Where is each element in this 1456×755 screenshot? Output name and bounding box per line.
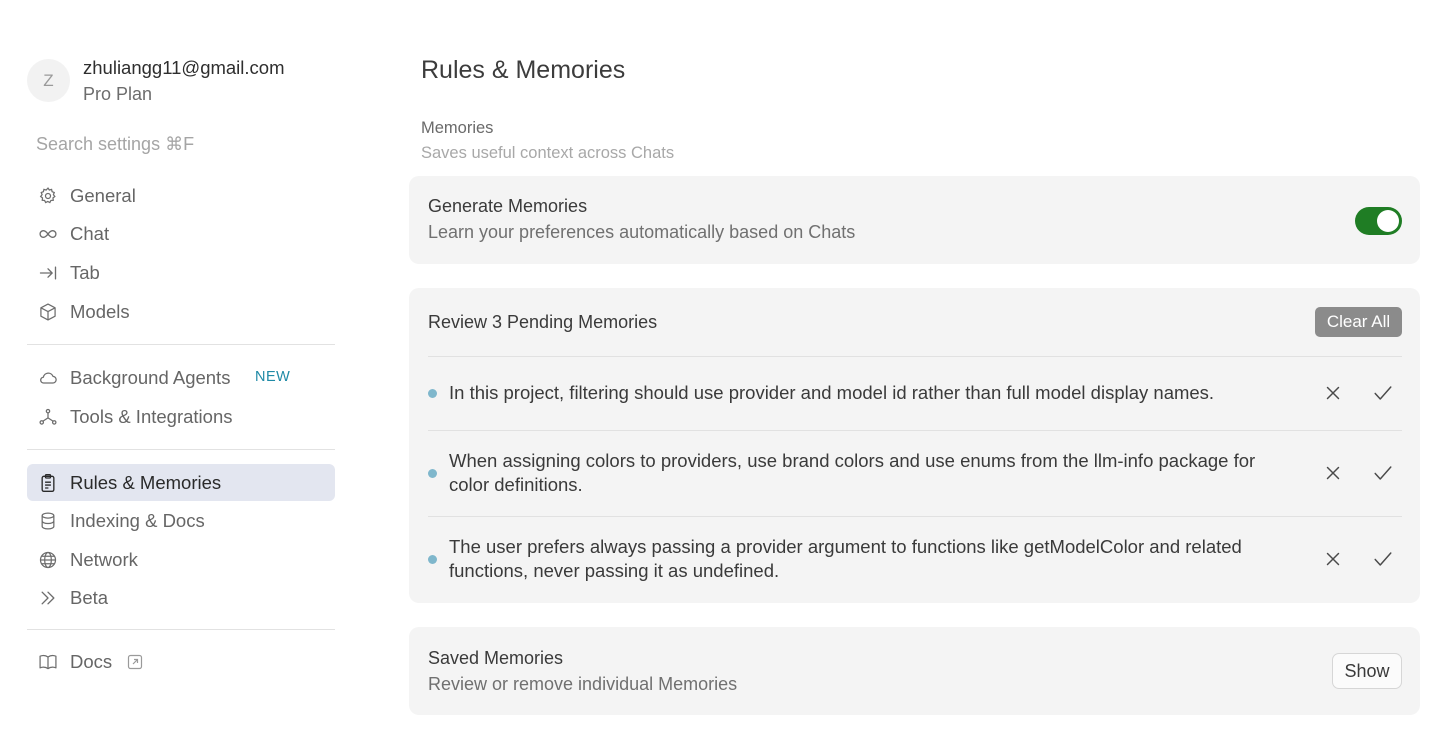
- clipboard-icon: [38, 473, 58, 493]
- sidebar-item-label: Rules & Memories: [70, 472, 222, 493]
- memory-text: In this project, filtering should use pr…: [449, 382, 1215, 403]
- pending-memories-card: Review 3 Pending Memories Clear All In t…: [409, 288, 1420, 603]
- accept-memory-button[interactable]: [1371, 547, 1395, 571]
- gear-icon: [38, 186, 58, 206]
- network-nodes-icon: [38, 407, 58, 427]
- sidebar-item-indexing-docs[interactable]: Indexing & Docs: [27, 502, 335, 539]
- generate-memories-subtitle: Learn your preferences automatically bas…: [428, 222, 856, 242]
- settings-sidebar: Z zhuliangg11@gmail.com Pro Plan Search …: [27, 0, 335, 755]
- account-info: Z zhuliangg11@gmail.com Pro Plan: [27, 57, 335, 107]
- sidebar-item-network[interactable]: Network: [27, 541, 335, 578]
- close-icon: [1326, 466, 1340, 480]
- reject-memory-button[interactable]: [1321, 381, 1345, 405]
- sidebar-item-tools-integrations[interactable]: Tools & Integrations: [27, 398, 335, 435]
- saved-memories-subtitle: Review or remove individual Memories: [428, 674, 738, 694]
- check-icon: [1374, 386, 1392, 400]
- generate-memories-card: Generate Memories Learn your preferences…: [409, 176, 1420, 264]
- memory-bullet: [428, 469, 437, 478]
- sidebar-item-label: Beta: [70, 587, 109, 608]
- double-chevron-right-icon: [38, 588, 58, 608]
- avatar: Z: [27, 59, 70, 102]
- memory-bullet: [428, 389, 437, 398]
- sidebar-item-label: Tools & Integrations: [70, 406, 233, 427]
- sidebar-item-general[interactable]: General: [27, 177, 335, 214]
- sidebar-item-models[interactable]: Models: [27, 293, 335, 330]
- reject-memory-button[interactable]: [1321, 547, 1345, 571]
- sidebar-item-label: Docs: [70, 651, 113, 672]
- sidebar-item-rules-memories[interactable]: Rules & Memories: [27, 464, 335, 501]
- reject-memory-button[interactable]: [1321, 461, 1345, 485]
- pending-memory-item: When assigning colors to providers, use …: [428, 431, 1402, 516]
- memory-text: When assigning colors to providers, use …: [449, 450, 1256, 495]
- sidebar-item-label: Background Agents: [70, 367, 231, 388]
- pending-memories-title: Review 3 Pending Memories: [428, 312, 658, 332]
- sidebar-item-label: Models: [70, 301, 130, 322]
- sidebar-item-beta[interactable]: Beta: [27, 579, 335, 616]
- sidebar-item-label: Tab: [70, 262, 100, 283]
- pending-memory-item: In this project, filtering should use pr…: [428, 357, 1402, 430]
- sidebar-item-label: Network: [70, 549, 138, 570]
- memory-text: The user prefers always passing a provid…: [449, 536, 1242, 581]
- sidebar-item-label: Indexing & Docs: [70, 510, 205, 531]
- sidebar-item-label: Chat: [70, 223, 110, 244]
- sidebar-item-label: General: [70, 185, 136, 206]
- page-title: Rules & Memories: [421, 56, 626, 84]
- search-settings-input[interactable]: Search settings ⌘F: [36, 134, 194, 155]
- memories-section-description: Saves useful context across Chats: [421, 144, 675, 162]
- accept-memory-button[interactable]: [1371, 461, 1395, 485]
- new-badge: NEW: [255, 369, 291, 385]
- arrow-to-line-icon: [38, 263, 58, 283]
- sidebar-item-docs[interactable]: Docs: [27, 643, 335, 680]
- close-icon: [1326, 386, 1340, 400]
- saved-memories-card: Saved Memories Review or remove individu…: [409, 627, 1420, 715]
- check-icon: [1374, 552, 1392, 566]
- sidebar-divider: [27, 449, 335, 450]
- sidebar-item-chat[interactable]: Chat: [27, 215, 335, 252]
- external-link-icon: [127, 654, 143, 670]
- toggle-knob: [1377, 210, 1399, 232]
- show-saved-memories-button[interactable]: Show: [1332, 653, 1402, 689]
- close-icon: [1326, 552, 1340, 566]
- saved-memories-title: Saved Memories: [428, 648, 564, 668]
- pending-memory-item: The user prefers always passing a provid…: [428, 517, 1402, 603]
- memories-section-label: Memories: [421, 119, 494, 137]
- clear-all-button[interactable]: Clear All: [1315, 307, 1402, 337]
- memory-bullet: [428, 555, 437, 564]
- account-plan: Pro Plan: [83, 84, 153, 104]
- database-icon: [38, 511, 58, 531]
- check-icon: [1374, 466, 1392, 480]
- sidebar-item-background-agents[interactable]: Background Agents NEW: [27, 359, 335, 396]
- generate-memories-toggle[interactable]: [1355, 207, 1402, 235]
- account-email: zhuliangg11@gmail.com: [83, 57, 285, 78]
- sidebar-divider: [27, 344, 335, 345]
- accept-memory-button[interactable]: [1371, 381, 1395, 405]
- sidebar-divider: [27, 629, 335, 630]
- generate-memories-title: Generate Memories: [428, 196, 588, 216]
- cloud-icon: [38, 368, 58, 388]
- cube-icon: [38, 302, 58, 322]
- book-icon: [38, 652, 58, 672]
- sidebar-item-tab[interactable]: Tab: [27, 254, 335, 291]
- globe-icon: [38, 550, 58, 570]
- infinity-icon: [38, 224, 58, 244]
